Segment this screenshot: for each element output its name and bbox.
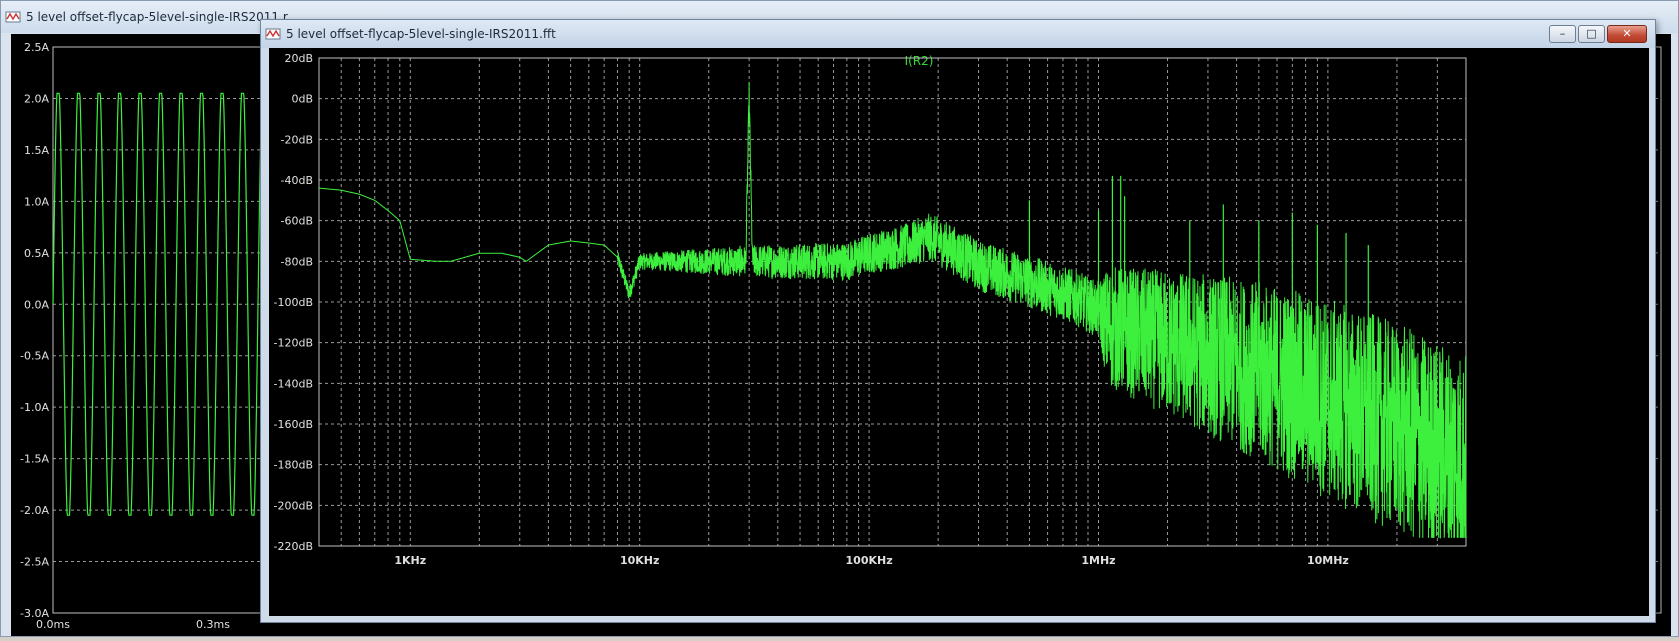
fft-y-tick-label: -220dB — [274, 540, 314, 553]
fft-y-tick-label: -80dB — [281, 255, 314, 268]
waveform-window-title: 5 level offset-flycap-5level-single-IRS2… — [26, 10, 288, 24]
fft-y-tick-label: -140dB — [274, 377, 314, 390]
fft-y-tick-label: 0dB — [291, 93, 313, 106]
fft-window-title: 5 level offset-flycap-5level-single-IRS2… — [286, 27, 556, 41]
waveform-app-icon — [5, 11, 21, 23]
waveform-y-tick-label: -1.5A — [20, 453, 49, 466]
fft-y-ticks: 20dB 0dB -20dB -40dB -60dB -80dB -100dB -120dB -… — [274, 52, 314, 553]
maximize-button[interactable]: □ — [1578, 25, 1605, 43]
fft-plot: I(R2) 20dB 0dB -20dB -40dB -60dB -80dB -100dB -… — [274, 52, 1467, 567]
waveform-y-tick-label: -1.0A — [20, 401, 49, 414]
waveform-x-tick-label: 0.3ms — [196, 618, 230, 631]
fft-y-tick-label: -120dB — [274, 337, 314, 350]
fft-x-tick-label: 10KHz — [620, 554, 659, 567]
fft-x-tick-label: 10MHz — [1307, 554, 1349, 567]
fft-x-tick-label: 100KHz — [846, 554, 893, 567]
waveform-y-tick-label: 2.0A — [24, 92, 49, 105]
fft-y-tick-label: -160dB — [274, 418, 314, 431]
fft-y-tick-label: -60dB — [281, 215, 314, 228]
waveform-y-ticks: 2.5A 2.0A 1.5A 1.0A 0.5A 0.0A -0.5A -1.0A -1.5A -… — [20, 41, 49, 620]
fft-window-titlebar[interactable]: 5 level offset-flycap-5level-single-IRS2… — [261, 20, 1655, 48]
fft-trace — [318, 82, 1467, 539]
close-button[interactable]: ✕ — [1607, 25, 1647, 43]
fft-plot-area[interactable]: I(R2) 20dB 0dB -20dB -40dB -60dB -80dB -100dB -… — [269, 48, 1649, 616]
waveform-y-tick-label: -2.0A — [20, 504, 49, 517]
fft-window[interactable]: 5 level offset-flycap-5level-single-IRS2… — [260, 19, 1656, 623]
fft-app-icon — [265, 28, 281, 40]
fft-y-tick-label: -180dB — [274, 459, 314, 472]
waveform-y-tick-label: -2.5A — [20, 556, 49, 569]
waveform-y-tick-label: 1.0A — [24, 195, 49, 208]
fft-y-tick-label: -40dB — [281, 174, 314, 187]
fft-y-tick-label: -20dB — [281, 133, 314, 146]
waveform-y-tick-label: 1.5A — [24, 144, 49, 157]
fft-y-tick-label: -100dB — [274, 296, 314, 309]
waveform-x-tick-label: 0.0ms — [36, 618, 70, 631]
minimize-button[interactable]: – — [1549, 25, 1576, 43]
waveform-y-tick-label: 0.0A — [24, 298, 49, 311]
fft-x-ticks: 1KHz 10KHz 100KHz 1MHz 10MHz — [394, 554, 1348, 567]
waveform-y-tick-label: 0.5A — [24, 247, 49, 260]
fft-window-controls: – □ ✕ — [1549, 25, 1647, 43]
fft-grid — [319, 58, 1466, 546]
fft-y-tick-label: -200dB — [274, 499, 314, 512]
fft-trace-title[interactable]: I(R2) — [905, 54, 934, 68]
waveform-x-ticks: 0.0ms 0.3ms — [36, 618, 230, 631]
fft-y-tick-label: 20dB — [284, 52, 313, 65]
waveform-y-tick-label: 2.5A — [24, 41, 49, 54]
waveform-y-tick-label: -0.5A — [20, 350, 49, 363]
fft-x-tick-label: 1KHz — [394, 554, 426, 567]
fft-x-tick-label: 1MHz — [1081, 554, 1115, 567]
fft-trace-group — [318, 82, 1467, 539]
